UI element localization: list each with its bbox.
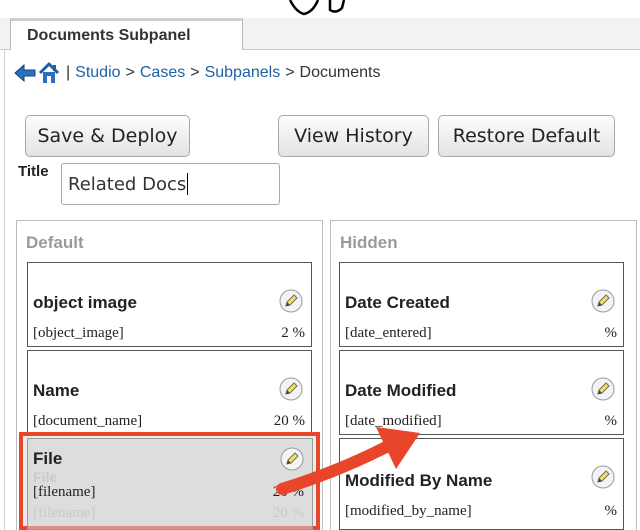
field-key: [document_name] [33,413,143,429]
hidden-column-heading: Hidden [340,233,398,252]
clipped-heading-fragment [0,0,640,18]
field-label: Date Created [345,293,450,312]
save-deploy-button[interactable]: Save & Deploy [25,115,190,157]
breadcrumb: | Studio > Cases > Subpanels > Documents [14,60,380,86]
pencil-edit-icon[interactable] [591,377,615,401]
view-history-button[interactable]: View History [278,115,429,157]
field-date-created[interactable]: Date Created [date_entered] % [339,262,624,347]
tab-documents-subpanel[interactable]: Documents Subpanel [10,18,243,51]
pencil-edit-icon[interactable] [591,465,615,489]
breadcrumb-gt: > [125,64,135,81]
breadcrumb-gt: > [285,64,295,81]
home-icon[interactable] [38,62,60,84]
breadcrumb-cases[interactable]: Cases [140,64,185,82]
breadcrumb-subpanels[interactable]: Subpanels [205,64,281,82]
field-width: 2 % [281,325,305,341]
ghost-field-key: [filename] [33,505,96,521]
clipped-text-shape [288,0,346,16]
field-key: [date_entered] [345,325,432,341]
default-column-heading: Default [26,233,84,252]
ghost-field-label: File [33,469,58,485]
field-key: [object_image] [33,325,124,341]
text-caret [187,173,189,195]
pencil-edit-icon[interactable] [279,377,303,401]
breadcrumb-separator: | [66,64,71,81]
ghost-field-width: 20 % [272,505,304,521]
back-arrow-icon[interactable] [14,64,36,82]
field-label: Date Modified [345,381,457,400]
field-label: File [33,449,63,468]
field-key: [filename] [33,484,96,500]
title-input[interactable]: Related Docs [61,163,280,205]
tab-bar: Documents Subpanel [0,18,640,51]
breadcrumb-gt: > [190,64,200,81]
field-object-image[interactable]: object image [object_image] 2 % [27,262,312,347]
field-key: [modified_by_name] [345,503,472,519]
field-width: % [604,413,618,429]
breadcrumb-current: Documents [299,64,381,81]
restore-default-button[interactable]: Restore Default [438,115,615,157]
drag-arrow-icon [276,427,420,495]
title-input-value: Related Docs [68,173,187,195]
field-label: Name [33,381,80,400]
breadcrumb-studio[interactable]: Studio [75,64,120,82]
field-width: % [604,503,618,519]
field-label: object image [33,293,137,312]
title-label: Title [18,163,49,180]
field-width: % [604,325,618,341]
pencil-edit-icon[interactable] [279,289,303,313]
pencil-edit-icon[interactable] [591,289,615,313]
